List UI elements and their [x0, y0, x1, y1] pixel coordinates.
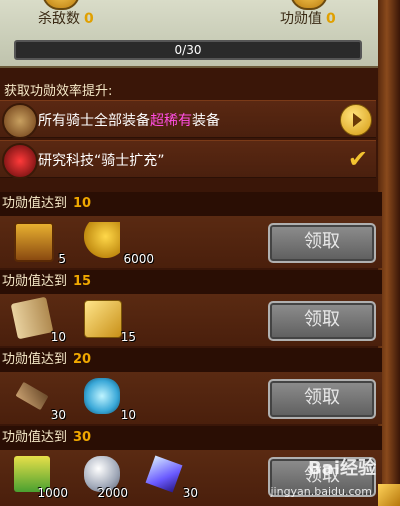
boost-row-text: 所有骑士全部装备超稀有装备: [38, 113, 220, 129]
merit-progress-bar: 0/30: [14, 40, 362, 60]
stats-panel: 杀敌数 0 功勋值 0 0/30: [0, 0, 378, 68]
scroll-star-icon: [15, 381, 49, 411]
reward-body: 5 6000 领取: [0, 216, 382, 268]
boost-row-tech[interactable]: 研究科技“骑士扩充” ✔: [0, 140, 376, 179]
reward-item: 2000: [80, 454, 128, 500]
reward-item: 15: [80, 298, 136, 344]
reward-level: 15: [73, 274, 92, 289]
claim-button[interactable]: 领取: [268, 301, 376, 341]
reward-item: 30: [142, 454, 198, 500]
tech-emblem-icon: [2, 143, 38, 179]
ice-dragon-icon: [84, 378, 120, 414]
golden-feather-icon: [84, 222, 120, 258]
reward-item: 30: [10, 376, 66, 422]
helmet-emblem-icon: [2, 103, 38, 139]
check-icon: ✔: [347, 145, 368, 173]
reward-body: 30 10 领取: [0, 372, 382, 424]
merit-label: 功勋值: [280, 11, 322, 27]
reward-item: 5: [10, 220, 66, 266]
reward-body: 10 15 领取: [0, 294, 382, 346]
reward-tier-10: 功勋值达到 10 5 6000 领取: [0, 192, 382, 268]
treasure-chest-icon: [14, 222, 54, 262]
reward-header: 功勋值达到 15: [0, 270, 382, 294]
boost-row-text: 研究科技“骑士扩充”: [38, 153, 165, 169]
kills-value: 0: [84, 11, 94, 27]
claim-button[interactable]: 领取: [268, 223, 376, 263]
progress-text: 0/30: [174, 43, 202, 57]
scroll-icon: [10, 296, 54, 340]
reward-tier-20: 功勋值达到 20 30 10 领取: [0, 348, 382, 424]
reward-level: 30: [73, 430, 92, 445]
gold-box-icon: [84, 300, 122, 338]
reward-header: 功勋值达到 10: [0, 192, 382, 216]
reward-level: 20: [73, 352, 92, 367]
reward-header: 功勋值达到 30: [0, 426, 382, 450]
reward-header: 功勋值达到 20: [0, 348, 382, 372]
reward-item: 10: [10, 296, 66, 344]
watermark-logo: Bai经验: [307, 458, 376, 479]
kills-stat: 杀敌数 0: [38, 8, 94, 28]
reward-level: 10: [73, 196, 92, 211]
reward-item: 10: [80, 376, 136, 422]
boost-row-equipment[interactable]: 所有骑士全部装备超稀有装备: [0, 100, 376, 139]
kills-label: 杀敌数: [38, 11, 80, 27]
go-arrow-button[interactable]: [340, 104, 372, 136]
watermark-url: jingyan.baidu.com: [270, 485, 372, 498]
merit-stat: 功勋值 0: [280, 8, 336, 28]
reward-tier-15: 功勋值达到 15 10 15 领取: [0, 270, 382, 346]
blue-crystal-icon: [145, 455, 183, 493]
rarity-highlight: 超稀有: [150, 113, 192, 129]
reward-item: 1000: [10, 454, 68, 500]
frame-corner: [378, 484, 400, 506]
boost-title: 获取功勋效率提升:: [4, 84, 113, 99]
claim-button[interactable]: 领取: [268, 379, 376, 419]
reward-item: 6000: [80, 220, 154, 266]
merit-value: 0: [326, 11, 336, 27]
